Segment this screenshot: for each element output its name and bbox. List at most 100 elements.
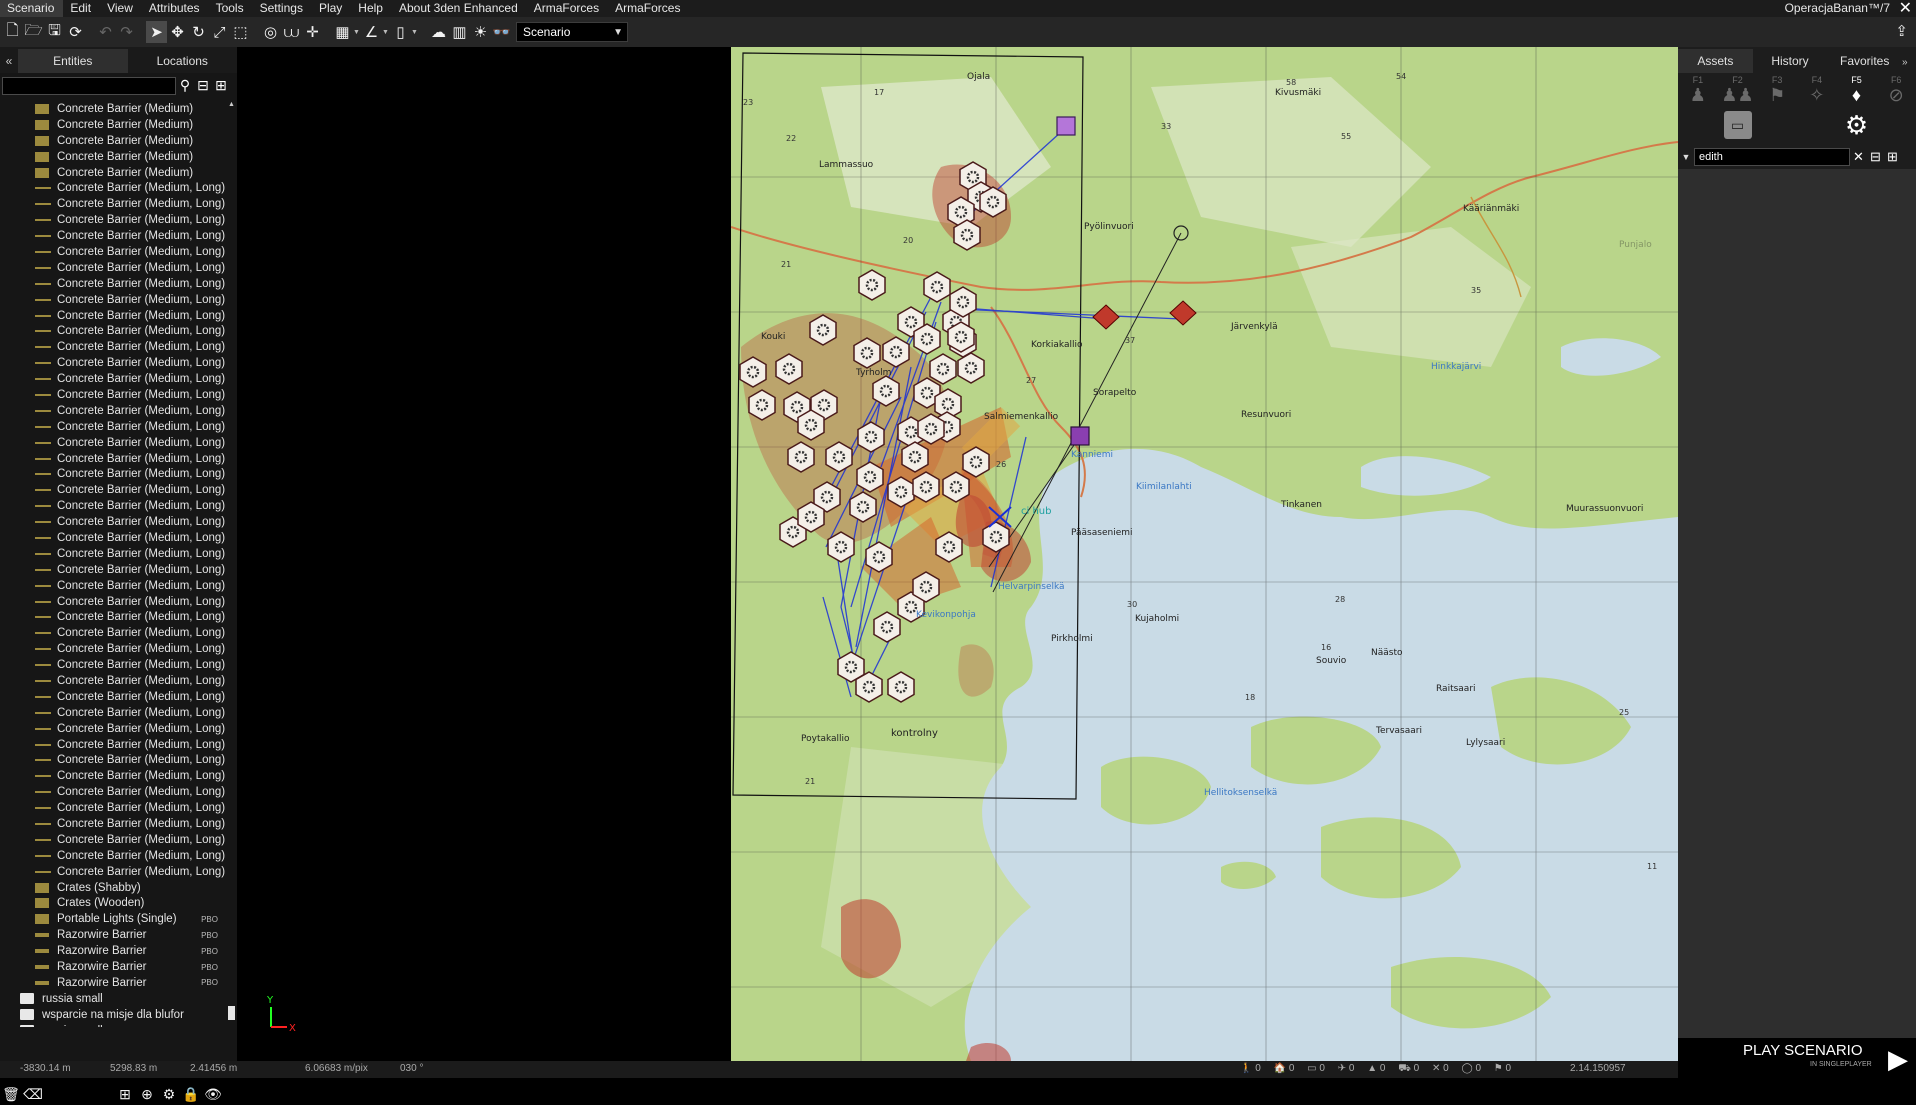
menu-item-play[interactable]: Play [312,0,351,17]
asset-mode-f6[interactable]: F6 ⊘ [1876,75,1916,105]
unit-marker[interactable] [913,323,941,355]
unit-marker[interactable] [797,409,825,441]
menu-item-scenario[interactable]: Scenario [0,0,64,17]
menu-item-edit[interactable]: Edit [63,0,100,17]
chevron-down-icon[interactable]: ▼ [1678,152,1694,162]
list-item[interactable]: Concrete Barrier (Medium, Long) [0,737,228,753]
list-item[interactable]: Concrete Barrier (Medium, Long) [0,705,228,721]
list-item[interactable]: Concrete Barrier (Medium, Long) [0,482,228,498]
list-item[interactable]: Concrete Barrier (Medium, Long) [0,355,228,371]
collapse-all-icon[interactable]: ⊟ [1867,149,1884,165]
layer-settings-icon[interactable]: ⚙ [158,1086,180,1103]
list-item[interactable]: Concrete Barrier (Medium, Long) [0,641,228,657]
unit-marker[interactable] [912,571,940,603]
list-item[interactable]: Concrete Barrier (Medium, Long) [0,864,228,880]
list-item[interactable]: Crates (Wooden) [0,896,228,912]
unit-marker[interactable] [917,413,945,445]
layer-folder[interactable]: russia small [0,991,228,1007]
asset-mode-f4[interactable]: F4 ✧ [1797,75,1837,105]
unit-marker[interactable] [882,336,910,368]
list-item[interactable]: Concrete Barrier (Medium, Long) [0,514,228,530]
list-item[interactable]: Concrete Barrier (Medium, Long) [0,753,228,769]
menu-item-armaforces[interactable]: ArmaForces [608,0,689,17]
unit-marker[interactable] [949,286,977,318]
save-icon[interactable]: 🖫 [44,21,65,43]
tab-entities[interactable]: Entities [18,49,128,73]
search-icon[interactable]: ⚲ [176,77,194,94]
tab-assets[interactable]: Assets [1678,49,1753,73]
trigger-marker[interactable] [1056,116,1076,136]
unit-marker[interactable] [858,269,886,301]
list-item[interactable]: Concrete Barrier (Medium, Long) [0,673,228,689]
scrollbar-thumb[interactable] [228,1006,235,1020]
list-item[interactable]: Concrete Barrier (Medium, Long) [0,721,228,737]
unit-marker[interactable] [825,441,853,473]
menu-item-settings[interactable]: Settings [253,0,312,17]
asset-mode-f1[interactable]: F1 ♟ [1678,75,1718,105]
list-item[interactable]: Concrete Barrier (Medium, Long) [0,308,228,324]
unit-marker[interactable] [855,671,883,703]
unit-marker[interactable] [856,461,884,493]
unit-marker[interactable] [953,219,981,251]
layer-folder[interactable]: wsparcie na misje dla blufor [0,1007,228,1023]
unit-marker[interactable] [935,531,963,563]
list-item[interactable]: Concrete Barrier (Medium, Long) [0,768,228,784]
rotate-tool-icon[interactable]: ↻ [188,21,209,43]
chevron-down-icon[interactable]: ▼ [411,29,418,36]
unit-marker[interactable] [982,521,1010,553]
menu-item-tools[interactable]: Tools [209,0,253,17]
unit-marker[interactable] [853,337,881,369]
list-item[interactable]: Concrete Barrier (Medium, Long) [0,610,228,626]
asset-mode-f5[interactable]: F5 ♦ [1837,75,1877,105]
unit-marker[interactable] [865,541,893,573]
unit-marker[interactable] [962,446,990,478]
list-item[interactable]: Concrete Barrier (Medium, Long) [0,657,228,673]
menu-item-help[interactable]: Help [351,0,392,17]
list-item[interactable]: Concrete Barrier (Medium, Long) [0,832,228,848]
trigger-marker[interactable] [1070,426,1090,446]
expand-right-icon[interactable]: » [1902,57,1916,73]
expand-all-icon[interactable]: ⊞ [212,77,230,94]
asset-mode-f2[interactable]: F2 ♟♟ [1718,75,1758,105]
open-folder-icon[interactable]: 🗁 [23,21,44,43]
new-layer-icon[interactable]: ⊞ [114,1086,136,1103]
list-item[interactable]: Concrete Barrier (Medium, Long) [0,530,228,546]
unit-marker[interactable] [809,314,837,346]
list-item[interactable]: Concrete Barrier (Medium, Long) [0,466,228,482]
unit-marker[interactable] [873,611,901,643]
clear-filter-icon[interactable]: ✕ [1850,149,1867,165]
list-item[interactable]: Concrete Barrier (Medium) [0,117,228,133]
list-item[interactable]: Razorwire Barrier PBO [0,927,228,943]
binoculars-icon[interactable]: 👓 [491,21,512,43]
unit-marker[interactable] [942,471,970,503]
unit-marker[interactable] [901,441,929,473]
list-item[interactable]: Concrete Barrier (Medium, Long) [0,625,228,641]
menu-item-armaforces[interactable]: ArmaForces [527,0,608,17]
grid-icon[interactable]: ▦ [332,21,353,43]
publish-icon[interactable]: ⇪ [1895,22,1908,40]
unit-marker[interactable] [957,352,985,384]
tab-favorites[interactable]: Favorites [1827,49,1902,73]
unit-marker[interactable] [827,531,855,563]
unit-marker[interactable] [947,321,975,353]
list-item[interactable]: Concrete Barrier (Medium) [0,133,228,149]
list-item[interactable]: Concrete Barrier (Medium) [0,149,228,165]
list-item[interactable]: Concrete Barrier (Medium, Long) [0,498,228,514]
terrain-map[interactable]: Ojala Lammassuo Kivusmäki Pyölinvuori Kääriä… [731,47,1678,1061]
scenario-select[interactable]: Scenario ▼ [516,22,628,42]
collapse-all-icon[interactable]: ⊟ [194,77,212,94]
play-scenario-button[interactable]: PLAY SCENARIO IN SINGLEPLAYER ▶ [1678,1038,1916,1078]
menu-item-about-3den-enhanced[interactable]: About 3den Enhanced [392,0,527,17]
add-layer-icon[interactable]: ⊕ [136,1086,158,1103]
list-item[interactable]: Portable Lights (Single) PBO [0,911,228,927]
visibility-icon[interactable]: 👁 [202,1086,224,1103]
list-item[interactable]: Crates (Shabby) [0,880,228,896]
map-textures-icon[interactable]: ▥ [449,21,470,43]
chevron-down-icon[interactable]: ▼ [382,29,389,36]
chevron-down-icon[interactable]: ▼ [353,29,360,36]
list-item[interactable]: Razorwire Barrier PBO [0,959,228,975]
weather-icon[interactable]: ☁ [428,21,449,43]
new-file-icon[interactable]: 🗋 [2,21,23,43]
unit-marker[interactable] [857,421,885,453]
world-space-icon[interactable]: ◎ [260,21,281,43]
